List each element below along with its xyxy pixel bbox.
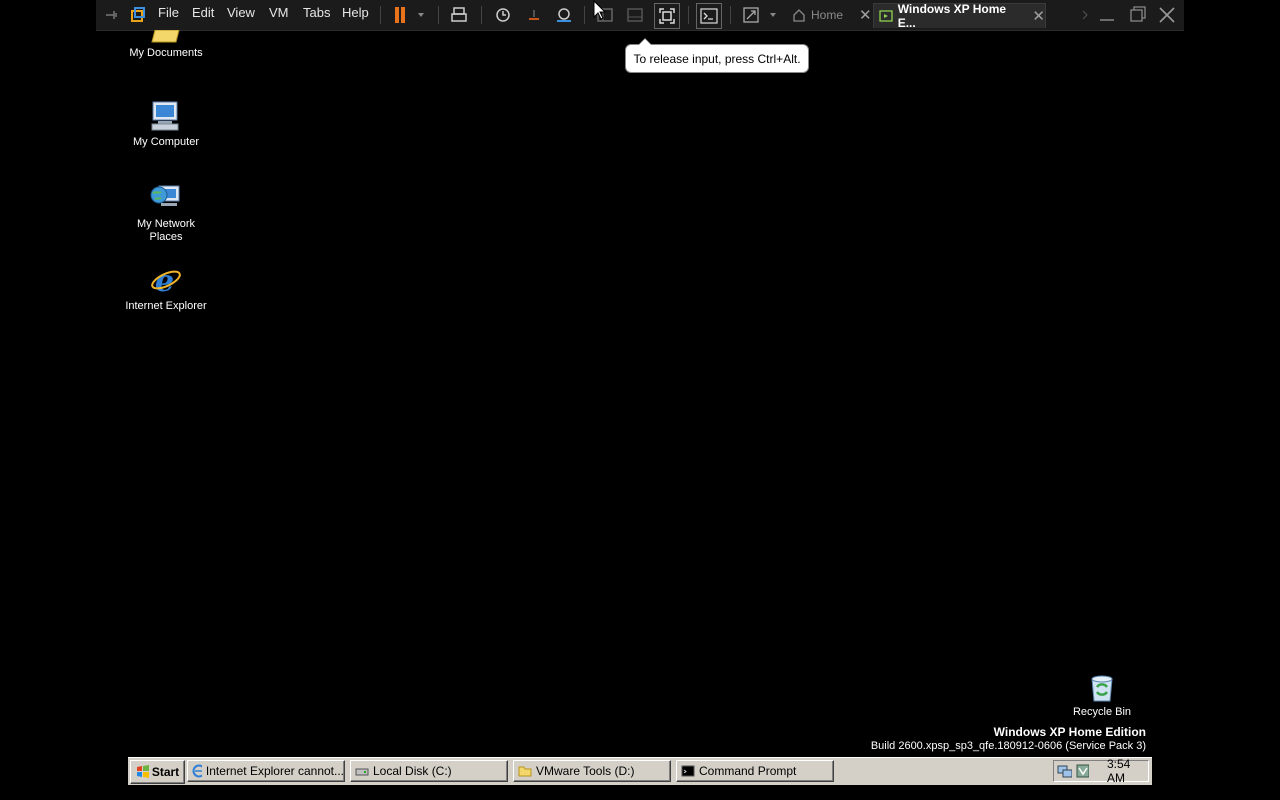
close-tab-icon[interactable]: ✕ bbox=[859, 6, 872, 24]
tab-windows-xp-label: Windows XP Home E... bbox=[897, 2, 1007, 30]
tab-windows-xp[interactable]: Windows XP Home E... ✕ bbox=[873, 2, 1046, 30]
tab-scroll-right-icon[interactable] bbox=[1080, 3, 1090, 27]
toolbar-separator bbox=[481, 6, 482, 24]
menu-help[interactable]: Help bbox=[342, 5, 369, 20]
network-tray-icon[interactable] bbox=[1057, 764, 1072, 778]
toolbar-separator bbox=[688, 6, 689, 24]
start-label: Start bbox=[151, 765, 180, 779]
os-edition-name: Windows XP Home Edition bbox=[993, 725, 1146, 739]
cmd-icon bbox=[681, 765, 695, 777]
folder-icon bbox=[518, 766, 532, 777]
toolbar-separator bbox=[438, 6, 439, 24]
tab-home[interactable]: Home ✕ bbox=[788, 3, 872, 27]
os-edition-watermark: Windows XP Home Edition Build 2600.xpsp_… bbox=[871, 725, 1146, 753]
desktop-icon-label: My Computer bbox=[132, 136, 200, 148]
taskbar-button-label: Internet Explorer cannot... bbox=[205, 764, 344, 778]
home-icon bbox=[793, 9, 805, 22]
close-icon[interactable] bbox=[1156, 3, 1178, 27]
vmware-tools-tray-icon[interactable] bbox=[1076, 764, 1089, 778]
toolbar-separator bbox=[730, 6, 731, 24]
send-ctrl-alt-del-icon[interactable] bbox=[449, 3, 471, 27]
desktop-icon-my-documents[interactable]: My Documents bbox=[121, 30, 211, 60]
vm-tab-icon bbox=[879, 10, 893, 22]
menu-vm[interactable]: VM bbox=[269, 5, 289, 20]
vmware-library-icon[interactable] bbox=[128, 3, 148, 27]
drive-icon bbox=[355, 768, 369, 776]
menu-edit[interactable]: Edit bbox=[192, 5, 214, 20]
folder-documents-icon bbox=[149, 30, 183, 44]
desktop-icon-label: Internet Explorer bbox=[125, 300, 207, 312]
taskbar-button-command-prompt[interactable]: Command Prompt bbox=[676, 760, 834, 782]
desktop-icon-my-network-places[interactable]: My Network Places bbox=[121, 181, 211, 244]
console-view-icon[interactable] bbox=[696, 3, 722, 29]
network-places-icon bbox=[149, 181, 183, 215]
menu-tabs[interactable]: Tabs bbox=[303, 5, 330, 20]
menu-file[interactable]: File bbox=[158, 5, 179, 20]
computer-icon bbox=[149, 99, 183, 133]
taskbar-button-label: Command Prompt bbox=[699, 764, 797, 778]
desktop-icon-label: My Documents bbox=[129, 47, 203, 59]
full-screen-icon[interactable] bbox=[654, 3, 680, 29]
snapshot-icon[interactable] bbox=[492, 3, 514, 27]
windows-logo-icon bbox=[136, 765, 149, 778]
system-tray: 3:54 AM bbox=[1053, 757, 1149, 785]
pin-icon[interactable] bbox=[102, 3, 122, 27]
svg-text:e: e bbox=[155, 264, 174, 297]
close-tab-icon[interactable]: ✕ bbox=[1032, 7, 1045, 25]
chevron-down-icon[interactable] bbox=[766, 3, 780, 27]
taskbar-button-local-disk[interactable]: Local Disk (C:) bbox=[350, 760, 508, 782]
thumbnail-bar-icon[interactable] bbox=[624, 3, 646, 27]
desktop-icon-label: Recycle Bin bbox=[1072, 706, 1132, 718]
desktop-icon-internet-explorer[interactable]: e Internet Explorer bbox=[121, 263, 211, 313]
taskbar: Start Internet Explorer cannot... Local … bbox=[128, 757, 1152, 785]
mouse-cursor-icon bbox=[593, 0, 607, 20]
desktop-icon-recycle-bin[interactable]: Recycle Bin bbox=[1057, 673, 1147, 719]
desktop-icon-label: My Network Places bbox=[136, 218, 196, 243]
pause-icon[interactable] bbox=[390, 3, 410, 27]
taskbar-button-vmware-tools[interactable]: VMware Tools (D:) bbox=[513, 760, 671, 782]
internet-explorer-icon: e bbox=[149, 263, 183, 297]
revert-snapshot-icon[interactable] bbox=[523, 3, 545, 27]
desktop-icon-my-computer[interactable]: My Computer bbox=[121, 99, 211, 149]
start-button[interactable]: Start bbox=[130, 760, 185, 784]
recycle-bin-icon bbox=[1087, 673, 1117, 703]
restore-icon[interactable] bbox=[1126, 3, 1148, 27]
menu-view[interactable]: View bbox=[227, 5, 255, 20]
toolbar-separator bbox=[584, 6, 585, 24]
release-input-tooltip: To release input, press Ctrl+Alt. bbox=[625, 38, 809, 73]
tab-home-label: Home bbox=[811, 8, 844, 22]
chevron-down-icon[interactable] bbox=[414, 3, 428, 27]
os-build-string: Build 2600.xpsp_sp3_qfe.180912-0606 (Ser… bbox=[870, 740, 1146, 752]
taskbar-button-label: VMware Tools (D:) bbox=[536, 764, 635, 778]
ie-icon bbox=[192, 764, 202, 778]
taskbar-button-ie[interactable]: Internet Explorer cannot... bbox=[187, 760, 345, 782]
minimize-icon[interactable] bbox=[1096, 3, 1118, 27]
toolbar-separator bbox=[380, 6, 381, 24]
snapshot-manager-icon[interactable] bbox=[553, 3, 575, 27]
taskbar-button-label: Local Disk (C:) bbox=[373, 764, 452, 778]
vmware-toolbar: File Edit View VM Tabs Help Home ✕ Windo… bbox=[96, 0, 1184, 31]
stretch-guest-icon[interactable] bbox=[740, 3, 762, 27]
clock: 3:54 AM bbox=[1106, 757, 1131, 785]
